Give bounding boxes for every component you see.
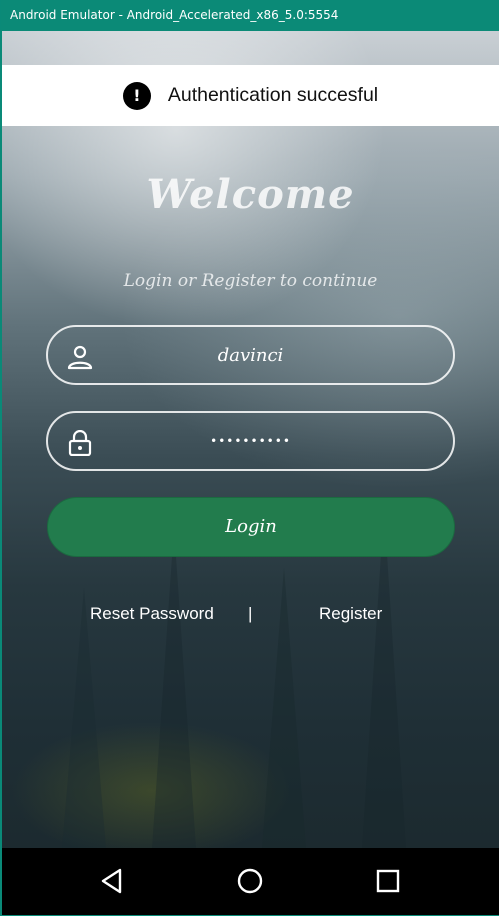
password-value[interactable]: •••••••••• (48, 434, 453, 448)
home-circle-icon[interactable] (236, 867, 264, 895)
username-value[interactable]: davinci (48, 345, 453, 366)
android-navigation-bar (2, 848, 499, 915)
username-field[interactable]: davinci (46, 325, 455, 385)
person-icon (67, 345, 93, 370)
back-triangle-icon[interactable] (98, 867, 126, 895)
toast-message: Authentication succesful (167, 84, 379, 106)
phone-screen: ! Authentication succesful Welcome Login… (2, 31, 499, 848)
reset-password-link[interactable]: Reset Password (90, 604, 214, 624)
lock-icon (68, 430, 92, 456)
exclamation-icon: ! (122, 81, 151, 110)
auth-links: Reset Password | Register (2, 604, 499, 634)
password-field[interactable]: •••••••••• (46, 411, 455, 471)
register-link[interactable]: Register (319, 604, 382, 624)
recents-square-icon[interactable] (374, 867, 402, 895)
window-title: Android Emulator - Android_Accelerated_x… (1, 0, 499, 31)
page-subtitle: Login or Register to continue (123, 271, 378, 291)
background-tree (362, 508, 406, 848)
emulator-window: Android Emulator - Android_Accelerated_x… (0, 0, 499, 916)
links-separator: | (248, 604, 253, 623)
page-title: Welcome (146, 171, 355, 218)
toast-notification: ! Authentication succesful (2, 65, 499, 126)
login-button[interactable]: Login (47, 497, 455, 557)
background-tree (152, 528, 196, 848)
